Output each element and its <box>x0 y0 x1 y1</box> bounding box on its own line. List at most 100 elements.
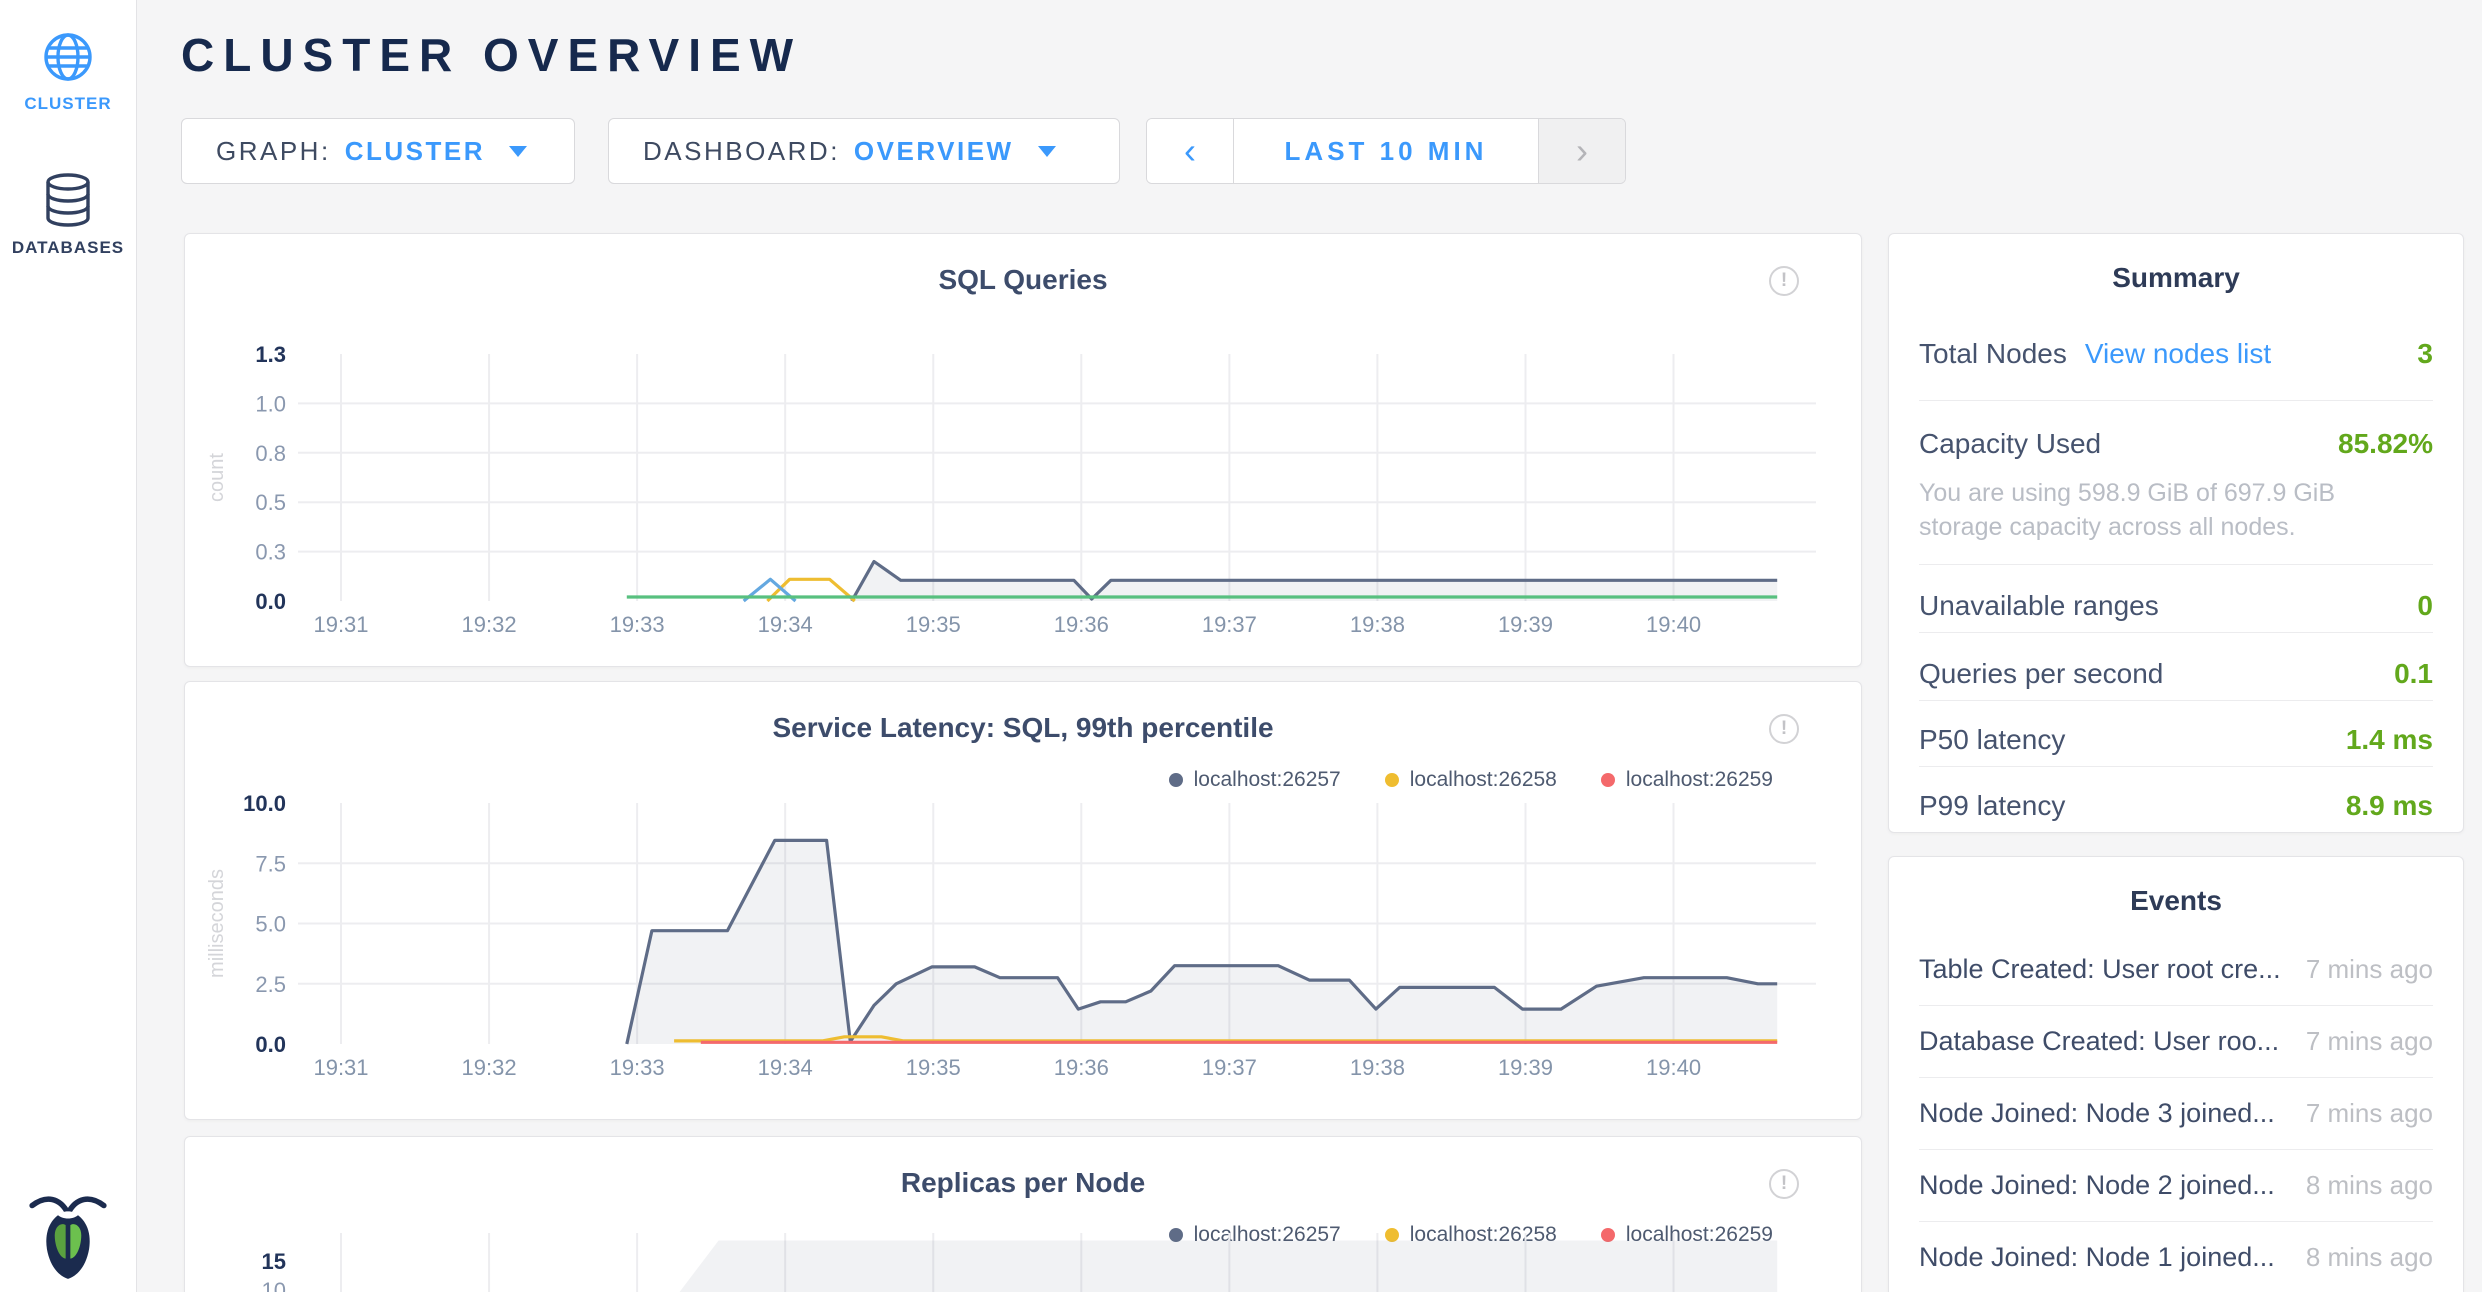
event-time: 8 mins ago <box>2286 1170 2433 1201</box>
summary-row-label: P50 latency <box>1919 724 2065 756</box>
svg-text:19:39: 19:39 <box>1498 612 1553 637</box>
event-time: 7 mins ago <box>2286 1098 2433 1129</box>
summary-row-value: 1.4 ms <box>2346 724 2433 756</box>
service-latency-panel: Service Latency: SQL, 99th percentile ! … <box>184 681 1862 1120</box>
summary-panel: Summary Total Nodes View nodes list 3 Ca… <box>1888 233 2464 833</box>
svg-text:19:39: 19:39 <box>1498 1055 1553 1080</box>
sql-queries-panel: SQL Queries ! 0.00.30.50.81.01.319:3119:… <box>184 233 1862 667</box>
svg-text:19:38: 19:38 <box>1350 612 1405 637</box>
dashboard-dropdown-label: DASHBOARD: <box>643 136 840 167</box>
time-range-selector: ‹ LAST 10 MIN › <box>1146 118 1626 184</box>
event-text: Table Created: User root cre... <box>1919 954 2281 985</box>
summary-row-p50: P50 latency 1.4 ms <box>1919 716 2433 764</box>
svg-text:19:36: 19:36 <box>1054 612 1109 637</box>
summary-row-label: Queries per second <box>1919 658 2163 690</box>
summary-row-qps: Queries per second 0.1 <box>1919 650 2433 698</box>
page-title: CLUSTER OVERVIEW <box>181 28 802 82</box>
svg-text:19:33: 19:33 <box>610 1055 665 1080</box>
summary-row-label: Total Nodes <box>1919 338 2067 370</box>
sidebar-item-label: DATABASES <box>0 238 136 258</box>
chevron-down-icon <box>1038 146 1056 157</box>
time-prev-button[interactable]: ‹ <box>1147 119 1233 183</box>
summary-row-value: 85.82% <box>2338 428 2433 460</box>
svg-text:19:34: 19:34 <box>758 1055 813 1080</box>
event-row[interactable]: Node Joined: Node 1 joined... 8 mins ago <box>1919 1221 2433 1292</box>
events-title: Events <box>1889 885 2463 917</box>
svg-text:19:37: 19:37 <box>1202 612 1257 637</box>
svg-text:0.0: 0.0 <box>255 589 286 614</box>
svg-text:0.8: 0.8 <box>255 441 286 466</box>
svg-text:2.5: 2.5 <box>255 972 286 997</box>
event-text: Node Joined: Node 3 joined... <box>1919 1098 2275 1129</box>
event-text: Node Joined: Node 1 joined... <box>1919 1242 2275 1273</box>
event-row[interactable]: Database Created: User roo... 7 mins ago <box>1919 1005 2433 1077</box>
svg-text:10.0: 10.0 <box>243 791 286 816</box>
sidebar: CLUSTER DATABASES <box>0 0 137 1292</box>
event-row[interactable]: Node Joined: Node 3 joined... 7 mins ago <box>1919 1077 2433 1149</box>
events-panel: Events Table Created: User root cre... 7… <box>1888 856 2464 1292</box>
summary-row-value: 8.9 ms <box>2346 790 2433 822</box>
graph-dropdown[interactable]: GRAPH: CLUSTER <box>181 118 575 184</box>
summary-row-label: P99 latency <box>1919 790 2065 822</box>
svg-text:1.3: 1.3 <box>255 342 286 367</box>
summary-row-label: Capacity Used <box>1919 428 2101 460</box>
event-time: 7 mins ago <box>2286 954 2433 985</box>
svg-text:0.3: 0.3 <box>255 540 286 565</box>
event-row[interactable]: Node Joined: Node 2 joined... 8 mins ago <box>1919 1149 2433 1221</box>
sql-queries-chart: 0.0 0.3 0.5 0.8 1.0 1.3 19:31 19:32 19:33 19:34 19… <box>185 234 1863 668</box>
svg-text:19:33: 19:33 <box>610 612 665 637</box>
svg-text:19:38: 19:38 <box>1350 1055 1405 1080</box>
summary-row-total-nodes: Total Nodes View nodes list 3 <box>1919 330 2433 378</box>
view-nodes-list-link[interactable]: View nodes list <box>2085 338 2271 370</box>
svg-text:0.5: 0.5 <box>255 490 286 515</box>
replicas-per-node-chart: 1015 <box>185 1137 1863 1292</box>
svg-text:0.0: 0.0 <box>255 1032 286 1057</box>
svg-text:19:40: 19:40 <box>1646 1055 1701 1080</box>
capacity-subtext: You are using 598.9 GiB of 697.9 GiB sto… <box>1919 476 2389 544</box>
sidebar-item-cluster[interactable]: CLUSTER <box>0 30 136 114</box>
divider <box>1919 700 2433 701</box>
replicas-per-node-panel: Replicas per Node ! localhost:26257 loca… <box>184 1136 1862 1292</box>
dashboard-dropdown-value: OVERVIEW <box>854 136 1014 167</box>
divider <box>1919 400 2433 401</box>
cockroach-bug-icon <box>29 1193 107 1279</box>
graph-dropdown-value: CLUSTER <box>345 136 485 167</box>
svg-text:5.0: 5.0 <box>255 912 286 937</box>
cockroach-logo[interactable] <box>0 1193 136 1284</box>
dashboard-dropdown[interactable]: DASHBOARD: OVERVIEW <box>608 118 1120 184</box>
summary-row-p99: P99 latency 8.9 ms <box>1919 782 2433 830</box>
graph-dropdown-label: GRAPH: <box>216 136 331 167</box>
event-time: 7 mins ago <box>2286 1026 2433 1057</box>
summary-row-value: 0.1 <box>2394 658 2433 690</box>
svg-text:19:36: 19:36 <box>1054 1055 1109 1080</box>
divider <box>1919 766 2433 767</box>
svg-text:15: 15 <box>262 1249 286 1274</box>
chevron-down-icon <box>509 146 527 157</box>
svg-text:7.5: 7.5 <box>255 851 286 876</box>
svg-text:10: 10 <box>262 1278 286 1292</box>
svg-text:19:37: 19:37 <box>1202 1055 1257 1080</box>
summary-row-value: 3 <box>2417 338 2433 370</box>
svg-text:19:35: 19:35 <box>906 1055 961 1080</box>
svg-text:1.0: 1.0 <box>255 391 286 416</box>
divider <box>1919 632 2433 633</box>
database-icon <box>41 172 95 228</box>
svg-text:19:31: 19:31 <box>313 612 368 637</box>
service-latency-chart: 0.02.55.07.510.019:3119:3219:3319:3419:3… <box>185 682 1863 1121</box>
event-row[interactable]: Table Created: User root cre... 7 mins a… <box>1919 933 2433 1005</box>
svg-text:19:34: 19:34 <box>758 612 813 637</box>
event-time: 8 mins ago <box>2286 1242 2433 1273</box>
event-text: Database Created: User roo... <box>1919 1026 2279 1057</box>
svg-text:count: count <box>206 453 228 502</box>
divider <box>1919 564 2433 565</box>
summary-row-label: Unavailable ranges <box>1919 590 2159 622</box>
svg-text:19:32: 19:32 <box>462 612 517 637</box>
svg-text:19:31: 19:31 <box>313 1055 368 1080</box>
sidebar-item-databases[interactable]: DATABASES <box>0 172 136 258</box>
event-text: Node Joined: Node 2 joined... <box>1919 1170 2275 1201</box>
summary-row-unavailable-ranges: Unavailable ranges 0 <box>1919 582 2433 630</box>
time-range-button[interactable]: LAST 10 MIN <box>1233 119 1539 183</box>
time-next-button[interactable]: › <box>1539 119 1625 183</box>
svg-text:milliseconds: milliseconds <box>206 869 228 978</box>
svg-text:19:35: 19:35 <box>906 612 961 637</box>
